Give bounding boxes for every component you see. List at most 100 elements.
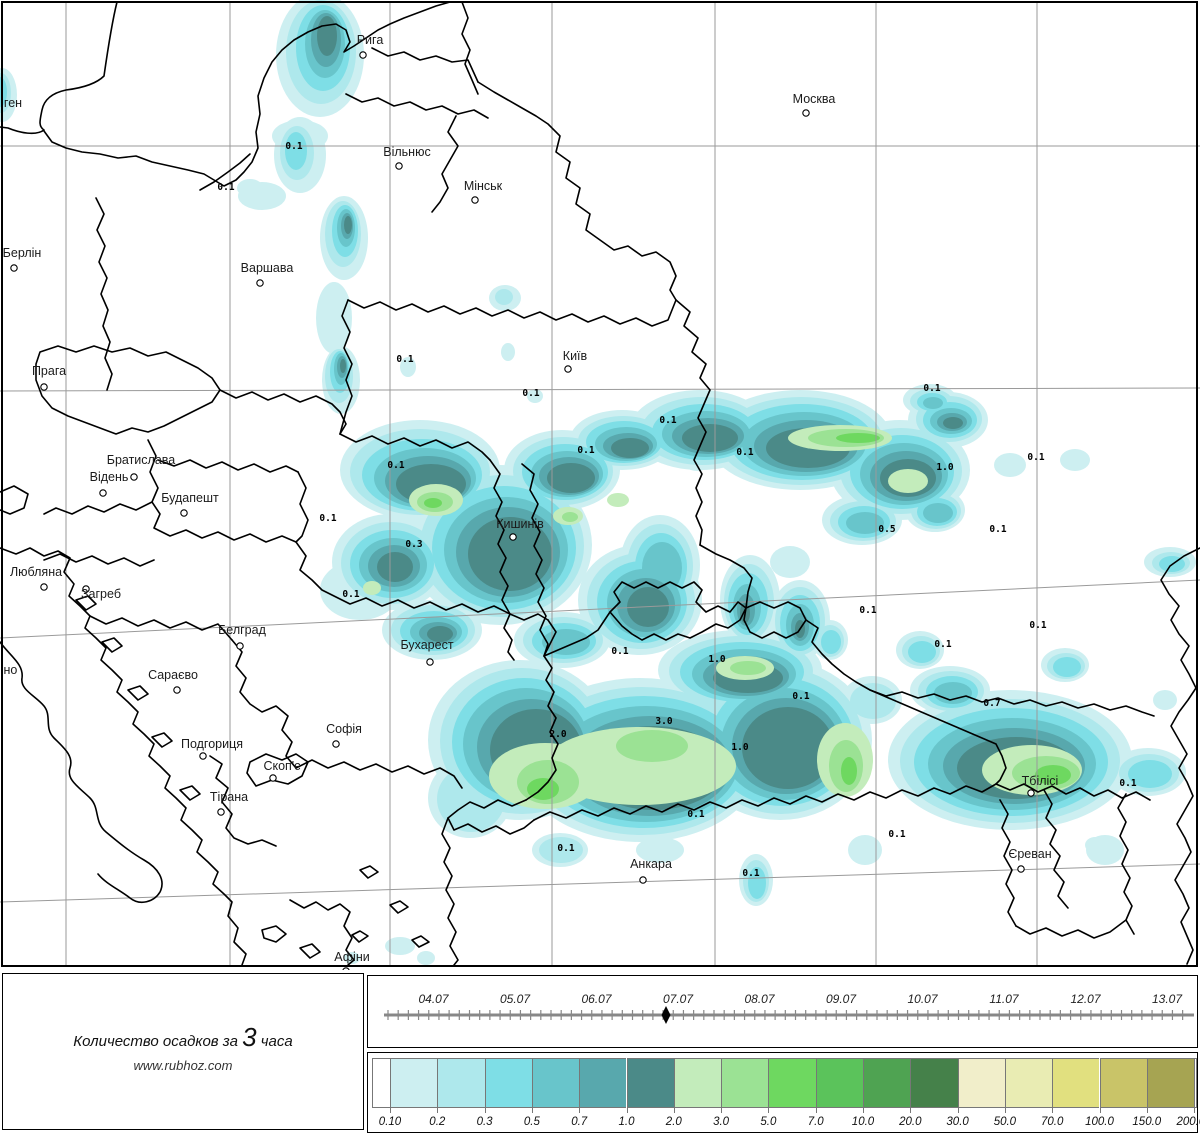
legend-value-label: 2.0 [666,1116,682,1128]
contour-value-label: 3.0 [655,716,672,727]
timeline-date-label[interactable]: 04.07 [418,992,449,1006]
city-marker [640,877,646,883]
info-panel: Количество осадков за 3 часа www.rubhoz.… [2,973,364,1130]
legend-value-label: 10.0 [852,1116,874,1128]
city-label: Подгориця [181,737,243,751]
contour-value-label: 0.1 [319,513,336,524]
legend-color-cell [721,1058,768,1108]
city-marker [100,490,106,496]
contour-value-label: 0.1 [888,829,905,840]
legend-tick [485,1058,486,1113]
city-marker [360,52,366,58]
legend-tick [627,1058,628,1113]
legend-color-cell [437,1058,484,1108]
city-marker [237,643,243,649]
city-label: Москва [793,92,836,106]
timeline-date-label[interactable]: 10.07 [907,992,938,1006]
contour-value-label: 0.1 [217,182,234,193]
weather-map-page: { "branding": { "title_prefix": "Количес… [0,0,1200,1135]
legend-tick [958,1058,959,1113]
legend-value-label: 1.0 [619,1116,635,1128]
timeline-date-label[interactable]: 12.07 [1070,992,1101,1006]
legend-tick [437,1058,438,1113]
city-label: Будапешт [161,491,219,505]
city-marker [1018,866,1024,872]
contour-value-label: 0.1 [923,383,940,394]
legend-value-label: 3.0 [713,1116,729,1128]
contour-value-label: 0.7 [983,698,1000,709]
city-label: Відень [90,470,129,484]
legend-color-cell [1005,1058,1052,1108]
timeline-date-label[interactable]: 07.07 [663,992,694,1006]
contour-value-label: 0.1 [687,809,704,820]
city-marker [131,474,137,480]
timeline-date-label[interactable]: 05.07 [500,992,531,1006]
city-label: Афіни [334,950,369,964]
city-marker [565,366,571,372]
city-label: ген [4,96,22,110]
timeline[interactable]: 04.07 05.07 06.07 07.07 08.07 09.07 10.07 11.07… [368,976,1197,1047]
timeline-date-label[interactable]: 08.07 [744,992,775,1006]
legend-tick [768,1058,769,1113]
legend-value-label: 7.0 [808,1116,824,1128]
legend-color-cell [674,1058,721,1108]
city-label: Рига [357,33,384,47]
legend-tick [816,1058,817,1113]
city-label: Тбілісі [1022,774,1059,788]
city-marker [41,584,47,590]
city-label: Братислава [107,453,176,467]
legend-color-cell [863,1058,910,1108]
city-label: Тірана [210,790,248,804]
city-label: Кишинів [496,517,544,531]
city-label: Загреб [81,587,121,601]
legend-color-cell [816,1058,863,1108]
timeline-date-label[interactable]: 06.07 [581,992,612,1006]
legend-value-label: 0.7 [571,1116,587,1128]
contour-value-label: 0.3 [405,539,422,550]
legend-color-cell [485,1058,532,1108]
legend-value-label: 50.0 [994,1116,1016,1128]
contour-value-label: 0.1 [522,388,539,399]
city-label: Анкара [630,857,672,871]
legend-tick [1147,1058,1148,1113]
legend-value-label: 20.0 [899,1116,921,1128]
legend-value-label: 70.0 [1041,1116,1063,1128]
city-label: Київ [563,349,588,363]
legend-color-cell [579,1058,626,1108]
contour-value-label: 0.1 [859,605,876,616]
timeline-date-label[interactable]: 13.07 [1152,992,1183,1006]
contour-value-label: 1.0 [731,742,748,753]
city-label: Скоп'є [263,759,301,773]
contour-value-label: 0.1 [285,141,302,152]
city-label: Мінськ [464,179,503,193]
city-marker [270,775,276,781]
legend-tick [674,1058,675,1113]
city-label: Бухарест [400,638,453,652]
timeline-date-label[interactable]: 11.07 [989,992,1019,1006]
legend-tick [579,1058,580,1113]
website-link[interactable]: www.rubhoz.com [3,1058,363,1073]
city-label: Белград [218,623,266,637]
city-marker [174,687,180,693]
legend-color-cell [958,1058,1005,1108]
contour-value-label: 0.1 [659,415,676,426]
contour-value-label: 0.1 [989,524,1006,535]
legend-tick [1194,1058,1195,1113]
contour-value-label: 0.5 [878,524,895,535]
timeline-panel: 04.07 05.07 06.07 07.07 08.07 09.07 10.07 11.07… [367,975,1198,1048]
time-slider-handle-icon[interactable] [662,1006,671,1024]
legend-value-label: 0.3 [477,1116,493,1128]
city-marker [343,968,349,970]
legend-value-label: 100.0 [1085,1116,1114,1128]
legend-color-cell [390,1058,437,1108]
legend-value-label: 0.10 [379,1116,401,1128]
timeline-date-label[interactable]: 09.07 [826,992,857,1006]
contour-value-label: 0.1 [792,691,809,702]
legend-tick [1100,1058,1101,1113]
contour-value-label: 1.0 [708,654,725,665]
city-label: Любляна [10,565,62,579]
legend-value-label: 0.2 [429,1116,445,1128]
contour-value-label: 0.1 [342,589,359,600]
legend-color-cell [1100,1058,1147,1108]
city-label: Сараєво [148,668,198,682]
